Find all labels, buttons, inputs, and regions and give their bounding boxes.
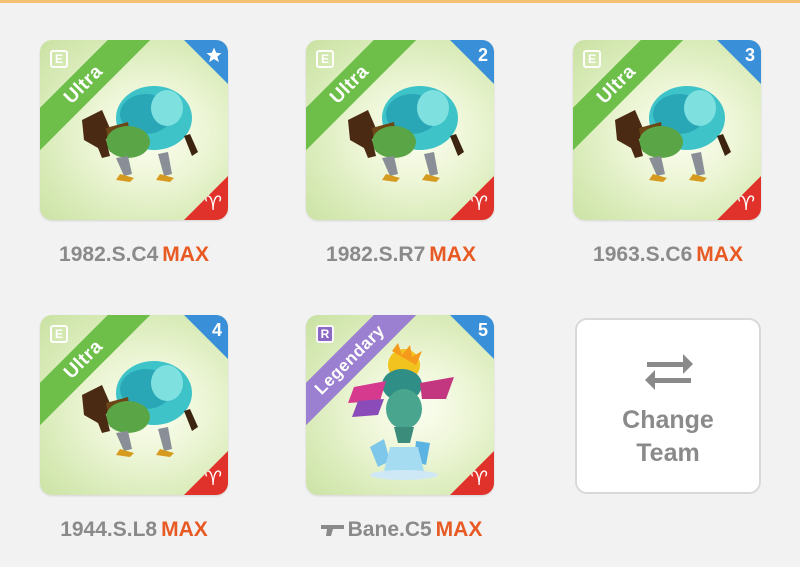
type-badge: E [583,50,601,68]
type-badge: R [316,325,334,343]
monster-card-3[interactable]: Ultra E 3 ♈ [573,40,761,220]
monster-card-4[interactable]: Ultra E 4 ♈ [40,315,228,495]
slot-number: 2 [477,45,488,65]
max-badge: MAX [162,243,209,266]
max-badge: MAX [696,243,743,266]
max-badge: MAX [429,243,476,266]
max-badge: MAX [435,518,483,541]
creature-image [348,86,464,182]
monster-name: 1982.S.R7 [326,243,426,266]
monster-name: 1982.S.C4 [59,243,159,266]
slot-number: 5 [477,320,488,340]
monster-card-5[interactable]: Legendary R 5 ♈ [306,315,494,495]
slot-number: 4 [211,320,222,340]
monster-label-2: 1982.S.R7 MAX [281,243,521,267]
aries-icon: ♈ [737,193,755,215]
type-badge: E [50,50,68,68]
legendary-creature-image [348,343,454,480]
creature-image [82,86,198,182]
monster-name: 1963.S.C6 [593,243,693,266]
swap-arrows-icon [645,354,693,390]
creature-image [615,86,731,182]
gun-icon [320,525,344,537]
aries-icon: ♈ [204,468,222,490]
aries-icon: ♈ [470,193,488,215]
top-accent-line [0,0,800,3]
creature-image [82,361,198,457]
star-icon [206,47,222,63]
monster-name: Bane.C5 [347,518,432,541]
type-badge: E [316,50,334,68]
monster-label-4: 1944.S.L8 MAX [14,518,254,542]
monster-name: 1944.S.L8 [60,518,158,541]
type-badge: E [50,325,68,343]
change-team-label: Change Team [577,404,759,470]
monster-label-3: 1963.S.C6 MAX [548,243,788,267]
max-badge: MAX [161,518,208,541]
monster-card-2[interactable]: Ultra E 2 ♈ [306,40,494,220]
slot-number: 3 [744,45,755,65]
aries-icon: ♈ [470,468,488,490]
monster-card-1[interactable]: Ultra E ♈ [40,40,228,220]
change-team-button[interactable]: Change Team [575,318,761,494]
monster-label-5: Bane.C5 MAX [281,518,521,542]
monster-label-1: 1982.S.C4 MAX [14,243,254,267]
change-team-line1: Change [622,406,714,434]
change-team-line2: Team [636,439,700,467]
aries-icon: ♈ [204,193,222,215]
